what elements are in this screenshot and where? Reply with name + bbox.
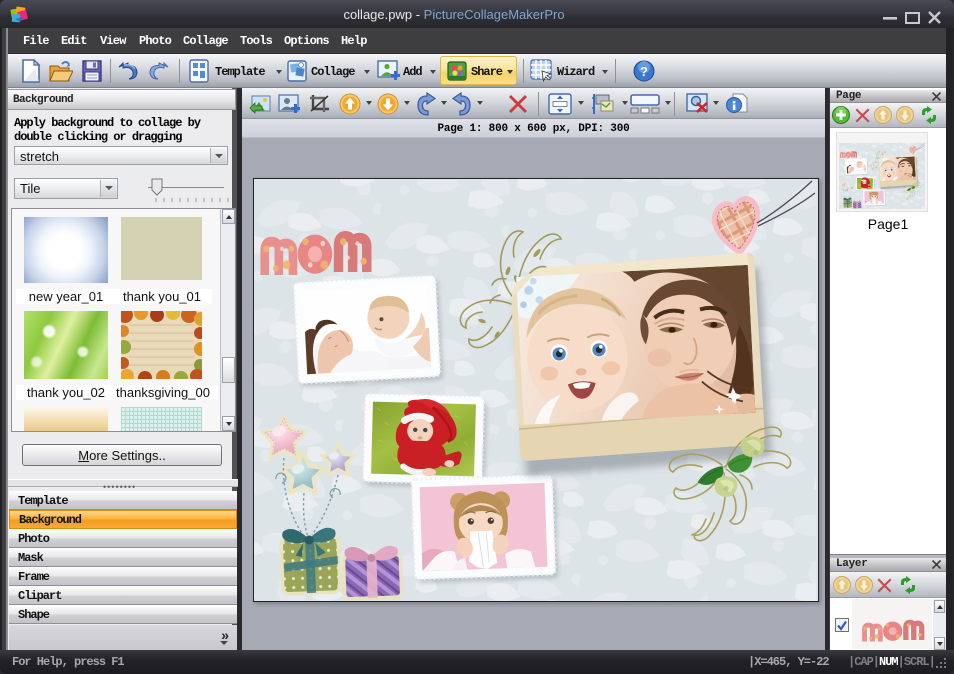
- svg-text:?: ?: [640, 64, 648, 79]
